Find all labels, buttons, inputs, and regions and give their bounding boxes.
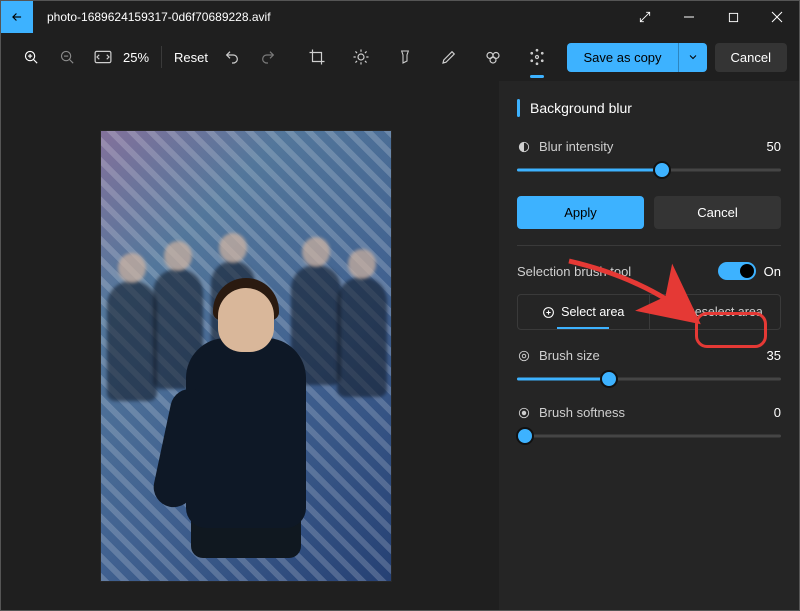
divider	[161, 46, 162, 68]
save-as-copy-button[interactable]: Save as copy	[567, 43, 677, 72]
maximize-button[interactable]	[711, 1, 755, 33]
panel-cancel-button[interactable]: Cancel	[654, 196, 781, 229]
expand-icon[interactable]	[623, 1, 667, 33]
apply-cancel-row: Apply Cancel	[517, 196, 781, 229]
background-blur-icon[interactable]	[520, 40, 554, 74]
brush-tool-toggle[interactable]	[718, 262, 756, 280]
blur-intensity-label: Blur intensity	[539, 139, 613, 154]
crop-icon[interactable]	[300, 40, 334, 74]
blur-icon	[517, 140, 531, 154]
back-button[interactable]	[1, 1, 33, 33]
minimize-button[interactable]	[667, 1, 711, 33]
image-preview[interactable]	[101, 131, 391, 581]
zoom-group: 25% Reset	[13, 40, 286, 74]
divider	[517, 245, 781, 246]
brush-tool-label: Selection brush tool	[517, 264, 631, 279]
deselect-area-label: Deselect area	[686, 305, 763, 319]
area-mode-segmented: Select area Deselect area	[517, 294, 781, 330]
brush-size-icon	[517, 349, 531, 363]
save-dropdown-button[interactable]	[678, 43, 707, 72]
brush-size-value: 35	[767, 348, 781, 363]
zoom-percent[interactable]: 25%	[121, 50, 155, 65]
brush-softness-value: 0	[774, 405, 781, 420]
deselect-area-option[interactable]: Deselect area	[649, 295, 781, 329]
zoom-in-icon[interactable]	[14, 40, 48, 74]
brush-softness-row: Brush softness 0	[517, 405, 781, 420]
select-area-option[interactable]: Select area	[518, 295, 649, 329]
canvas-area[interactable]	[1, 81, 499, 610]
panel-title: Background blur	[517, 99, 781, 117]
toolbar: 25% Reset	[1, 33, 799, 81]
brush-size-slider[interactable]	[517, 369, 781, 389]
filter-icon[interactable]	[388, 40, 422, 74]
foreground-subject	[156, 248, 336, 548]
redo-icon[interactable]	[251, 40, 285, 74]
select-area-label: Select area	[561, 305, 624, 319]
close-button[interactable]	[755, 1, 799, 33]
brush-tool-state: On	[764, 264, 781, 279]
blur-intensity-slider[interactable]	[517, 160, 781, 180]
brush-softness-slider[interactable]	[517, 426, 781, 446]
titlebar: photo-1689624159317-0d6f70689228.avif	[1, 1, 799, 33]
brush-size-label: Brush size	[539, 348, 600, 363]
fit-screen-icon[interactable]	[86, 40, 120, 74]
adjust-icon[interactable]	[344, 40, 378, 74]
brush-size-row: Brush size 35	[517, 348, 781, 363]
save-split-button: Save as copy	[567, 43, 706, 72]
reset-button[interactable]: Reset	[168, 50, 214, 65]
side-panel: Background blur Blur intensity 50 Apply …	[499, 81, 799, 610]
brush-softness-label: Brush softness	[539, 405, 625, 420]
apply-button[interactable]: Apply	[517, 196, 644, 229]
edit-tools	[286, 40, 567, 74]
blur-intensity-value: 50	[767, 139, 781, 154]
toolbar-cancel-button[interactable]: Cancel	[715, 43, 787, 72]
blur-intensity-row: Blur intensity 50	[517, 139, 781, 154]
brush-tool-row: Selection brush tool On	[517, 262, 781, 280]
brush-softness-icon	[517, 406, 531, 420]
markup-icon[interactable]	[432, 40, 466, 74]
app-window: photo-1689624159317-0d6f70689228.avif	[0, 0, 800, 611]
window-title: photo-1689624159317-0d6f70689228.avif	[33, 1, 285, 33]
content-area: Background blur Blur intensity 50 Apply …	[1, 81, 799, 610]
undo-icon[interactable]	[215, 40, 249, 74]
erase-icon[interactable]	[476, 40, 510, 74]
zoom-out-icon[interactable]	[50, 40, 84, 74]
